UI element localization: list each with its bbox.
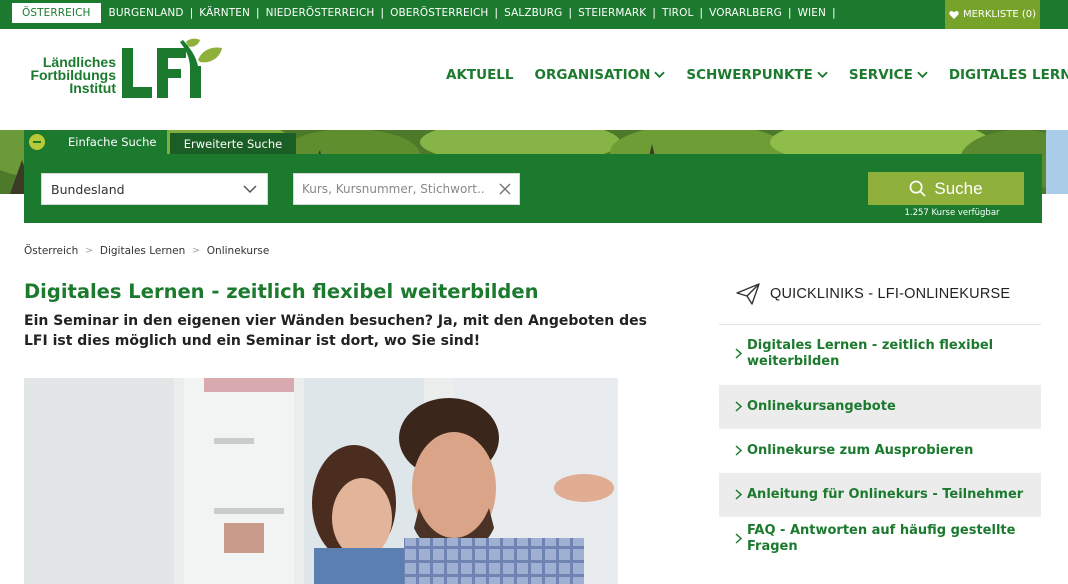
chevron-down-icon — [654, 71, 666, 79]
search-button[interactable]: Suche — [868, 172, 1024, 205]
quicklink-label: Digitales Lernen - zeitlich flexibel wei… — [747, 338, 994, 369]
lead-text: Ein Seminar in den eigenen vier Wänden b… — [24, 313, 647, 349]
quicklink-digitales-lernen[interactable]: Digitales Lernen - zeitlich flexibel wei… — [719, 328, 1041, 380]
tab-erweiterte-suche[interactable]: Erweiterte Suche — [170, 133, 296, 154]
collapse-icon[interactable] — [29, 134, 45, 150]
region-wien[interactable]: WIEN — [792, 3, 832, 23]
breadcrumb-separator-icon: > — [192, 246, 200, 256]
nav-service-label: SERVICE — [848, 67, 913, 83]
lfi-logo[interactable]: Ländliches Fortbildungs Institut — [24, 38, 224, 100]
quicklink-faq[interactable]: FAQ - Antworten auf häufig gestellte Fra… — [719, 517, 1041, 561]
nav-schwerpunkte[interactable]: SCHWERPUNKTE — [686, 67, 828, 83]
chevron-right-icon — [735, 533, 742, 544]
region-oesterreich[interactable]: ÖSTERREICH — [12, 3, 101, 23]
bundesland-select-value: Bundesland — [51, 181, 125, 197]
region-nav: ÖSTERREICH BURGENLAND | KÄRNTEN | NIEDER… — [12, 3, 836, 23]
region-steiermark[interactable]: STEIERMARK — [572, 3, 652, 23]
nav-organisation-label: ORGANISATION — [534, 67, 651, 83]
region-bar: ÖSTERREICH BURGENLAND | KÄRNTEN | NIEDER… — [0, 0, 1068, 29]
region-separator: | — [831, 6, 836, 19]
logo-line-3: Institut — [69, 80, 116, 96]
available-courses-count: 1.257 Kurse verfügbar — [904, 208, 1000, 218]
quicklink-label: Anleitung für Onlinekurs - Teilnehmer — [747, 487, 1024, 502]
quicklinks-title: QUICKLINIKS - LFI-ONLINEKURSE — [770, 286, 1011, 302]
chevron-right-icon — [735, 348, 742, 359]
quicklink-ausprobieren[interactable]: Onlinekurse zum Ausprobieren — [719, 429, 1041, 473]
nav-aktuell[interactable]: AKTUELL — [446, 67, 514, 83]
region-vorarlberg[interactable]: VORARLBERG — [703, 3, 788, 23]
chevron-right-icon — [735, 489, 742, 500]
quicklinks-divider — [719, 324, 1041, 325]
breadcrumb: Österreich > Digitales Lernen > Onlineku… — [24, 245, 269, 257]
paper-plane-icon — [736, 283, 760, 305]
quicklink-onlinekursangebote[interactable]: Onlinekursangebote — [719, 385, 1041, 429]
region-niederoesterreich[interactable]: NIEDERÖSTERREICH — [260, 3, 381, 23]
chevron-down-icon — [917, 71, 928, 79]
nav-digitales-lernen[interactable]: DIGITALES LERNEN — [949, 67, 1068, 83]
breadcrumb-digitales-lernen[interactable]: Digitales Lernen — [100, 245, 185, 257]
close-icon[interactable] — [499, 183, 511, 195]
chevron-right-icon — [735, 445, 742, 456]
chevron-down-icon — [817, 71, 828, 79]
search-field — [293, 173, 520, 205]
quicklink-label: Onlinekursangebote — [747, 399, 896, 414]
merkliste-label: MERKLISTE (0) — [962, 9, 1037, 20]
nav-schwerpunkte-label: SCHWERPUNKTE — [686, 67, 813, 83]
nav-digitales-lernen-label: DIGITALES LERNEN — [948, 67, 1068, 83]
region-salzburg[interactable]: SALZBURG — [498, 3, 568, 23]
hero-photo — [24, 378, 618, 584]
main-nav: AKTUELL ORGANISATION SCHWERPUNKTE SERVIC… — [446, 67, 1068, 83]
breadcrumb-onlinekurse: Onlinekurse — [206, 245, 270, 257]
lfi-mark-logo — [122, 38, 222, 98]
breadcrumb-separator-icon: > — [85, 246, 93, 256]
quicklink-label: Onlinekurse zum Ausprobieren — [747, 443, 974, 458]
region-oberoesterreich[interactable]: OBERÖSTERREICH — [384, 3, 494, 23]
tab-erweiterte-suche-label: Erweiterte Suche — [183, 136, 283, 151]
region-kaernten[interactable]: KÄRNTEN — [193, 3, 256, 23]
quicklinks-list: Digitales Lernen - zeitlich flexibel wei… — [719, 328, 1041, 561]
merkliste-button[interactable]: MERKLISTE (0) — [945, 0, 1040, 29]
heart-icon — [949, 10, 959, 19]
bundesland-select[interactable]: Bundesland — [41, 173, 268, 205]
region-burgenland[interactable]: BURGENLAND — [103, 3, 190, 23]
search-input[interactable] — [294, 174, 484, 204]
nav-aktuell-label: AKTUELL — [446, 67, 514, 83]
region-tirol[interactable]: TIROL — [656, 3, 699, 23]
quicklink-label: FAQ - Antworten auf häufig gestellte Fra… — [747, 523, 1016, 554]
quicklink-anleitung[interactable]: Anleitung für Onlinekurs - Teilnehmer — [719, 473, 1041, 517]
chevron-down-icon — [243, 185, 257, 194]
nav-service[interactable]: SERVICE — [849, 67, 928, 83]
nav-organisation[interactable]: ORGANISATION — [535, 67, 666, 83]
search-icon — [909, 180, 927, 197]
logo-wordmark: Ländliches Fortbildungs Institut — [24, 55, 116, 96]
tab-einfache-suche-label: Einfache Suche — [68, 135, 157, 149]
quicklinks-header: QUICKLINIKS - LFI-ONLINEKURSE — [736, 283, 1010, 305]
chevron-right-icon — [735, 401, 742, 412]
breadcrumb-oesterreich[interactable]: Österreich — [24, 245, 78, 257]
page-title: Digitales Lernen - zeitlich flexibel wei… — [24, 280, 539, 303]
tab-einfache-suche[interactable]: Einfache Suche — [24, 130, 167, 154]
hero-photo-couple-laptop — [24, 378, 618, 584]
search-button-label: Suche — [934, 178, 983, 198]
